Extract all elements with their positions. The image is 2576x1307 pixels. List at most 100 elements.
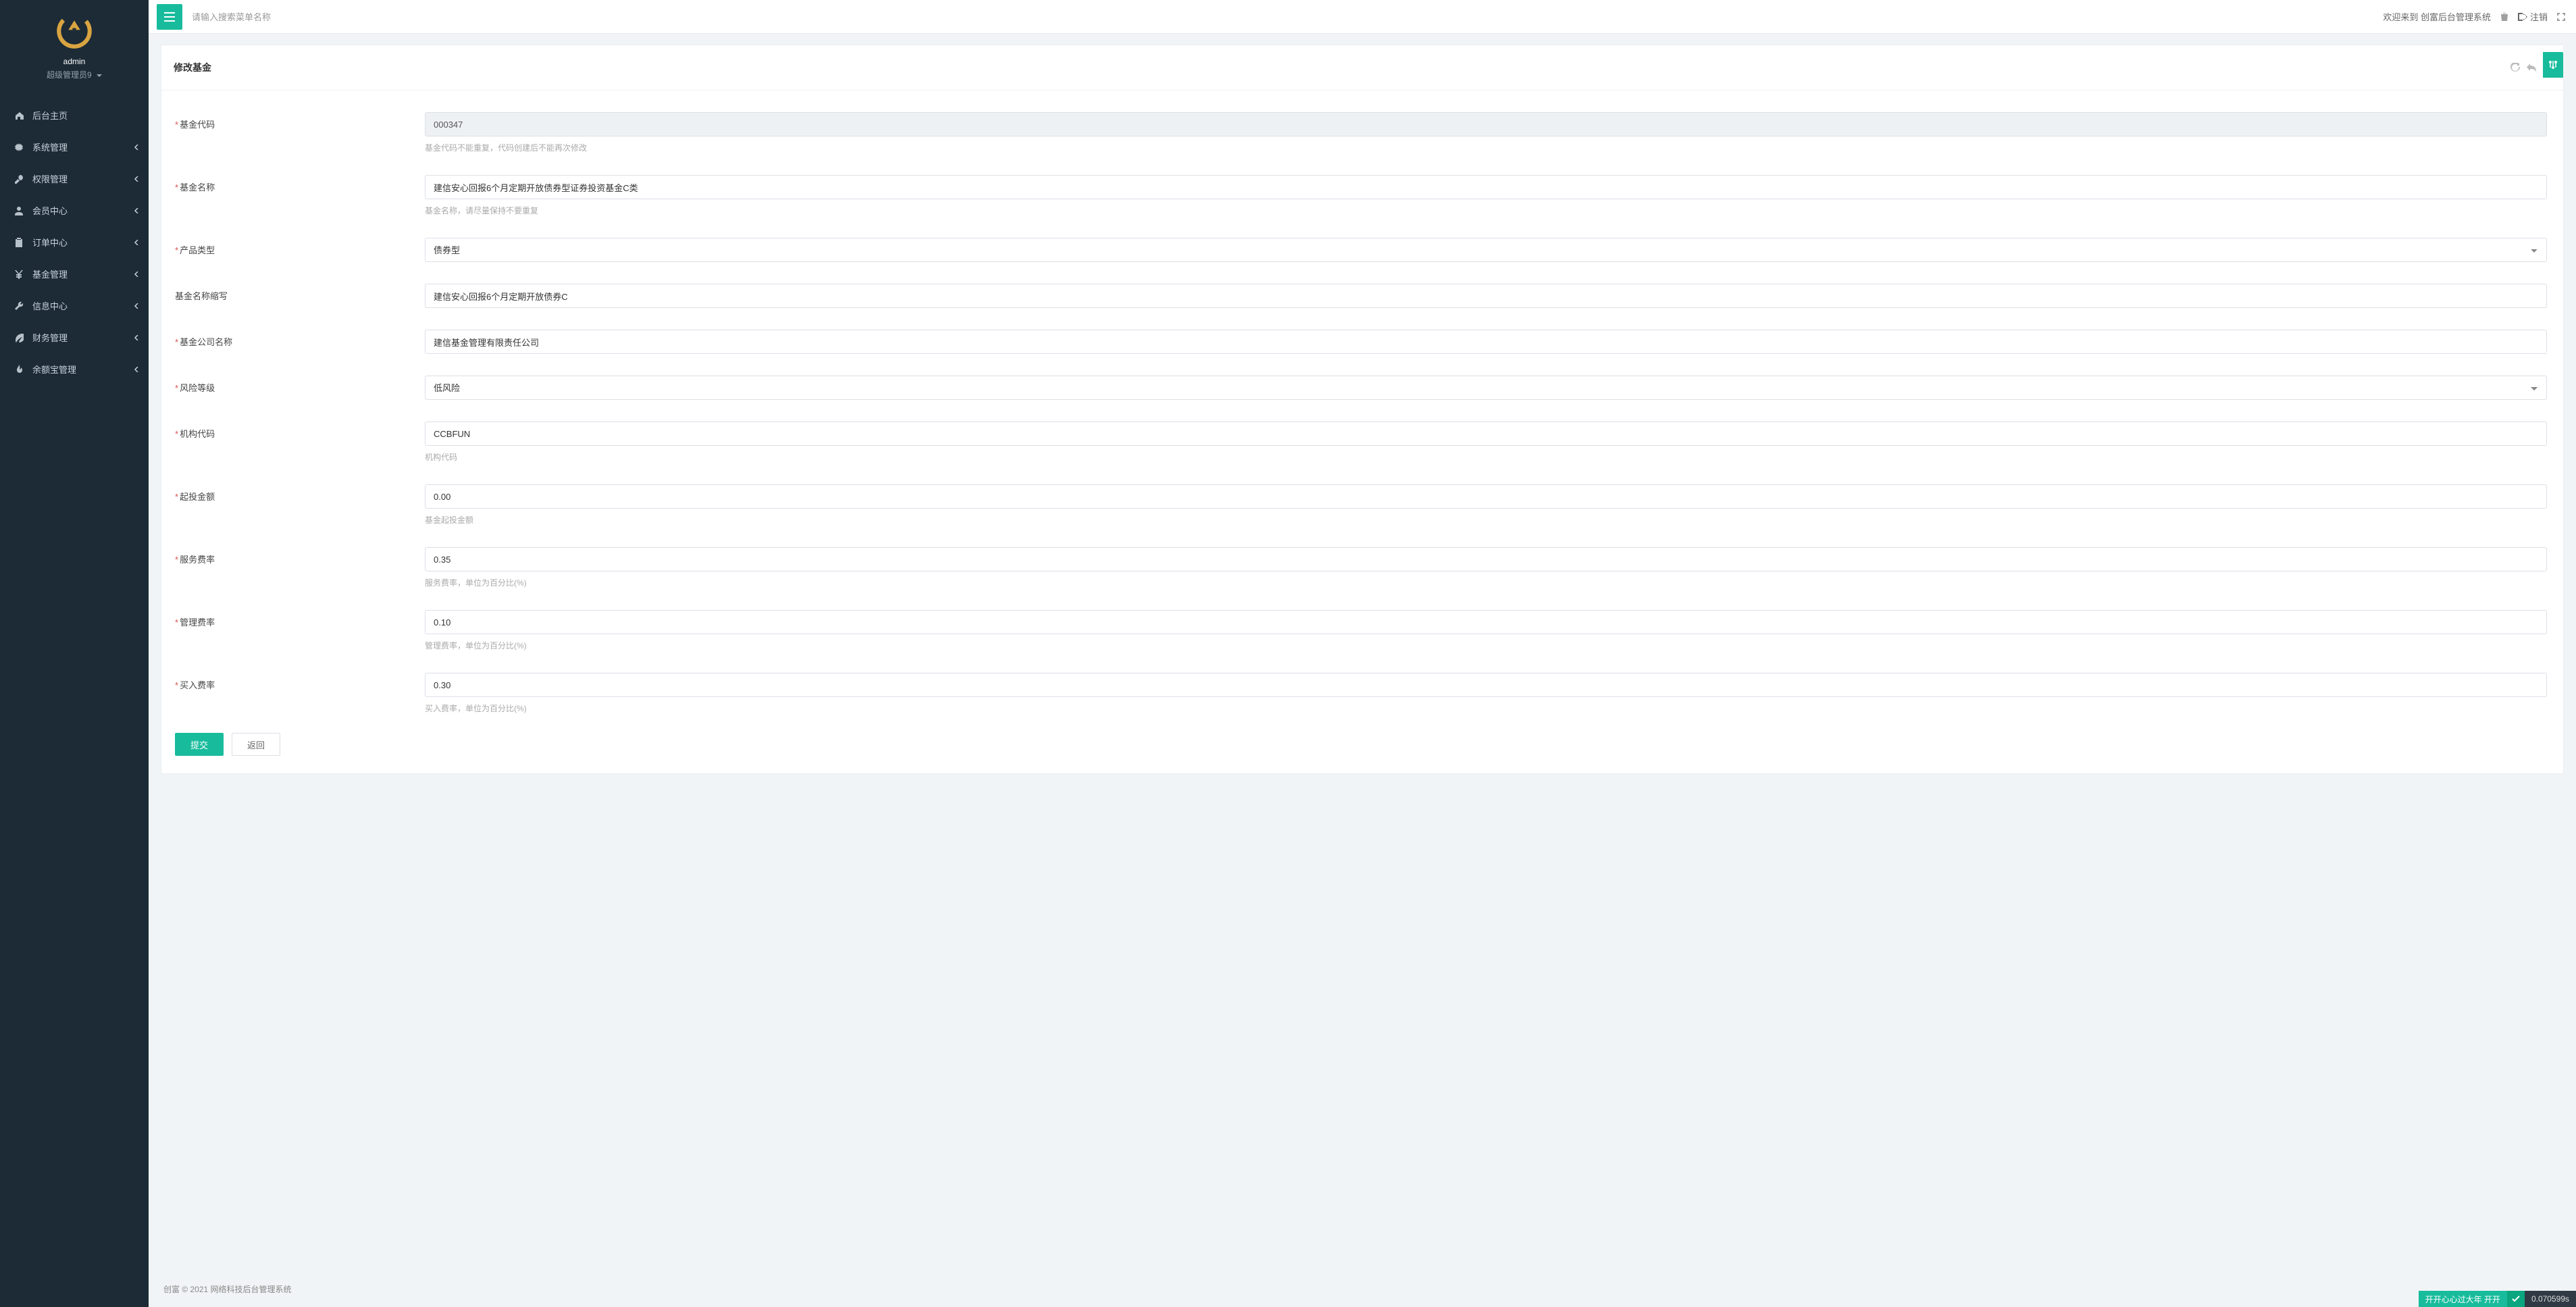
form-actions: 提交 返回: [175, 729, 2550, 756]
sidebar-link-2[interactable]: 权限管理: [0, 163, 149, 195]
panel-tools: [2510, 55, 2551, 80]
row-company: *基金公司名称: [175, 323, 2550, 369]
sidebar-item: 系统管理: [0, 131, 149, 163]
clipboard-icon: [12, 238, 26, 247]
sliders-icon: [2548, 59, 2558, 70]
fire-icon: [12, 365, 26, 374]
label-product-type: *产品类型: [175, 238, 425, 256]
wrench-icon: [12, 301, 26, 311]
status-bar: 开开心心过大年 开开 0.070599s: [2419, 1291, 2576, 1307]
sidebar-item: 基金管理: [0, 258, 149, 290]
label-fund-code: *基金代码: [175, 112, 425, 130]
sidebar-item-label: 余额宝管理: [32, 363, 76, 376]
key-icon: [12, 174, 26, 184]
refresh-button[interactable]: [2510, 63, 2520, 72]
row-fund-code: *基金代码 基金代码不能重复，代码创建后不能再次修改: [175, 105, 2550, 168]
manage-fee-input[interactable]: [425, 610, 2547, 634]
row-fund-name: *基金名称 基金名称，请尽量保持不要重复: [175, 168, 2550, 231]
sidebar-item-label: 财务管理: [32, 331, 68, 344]
leaf-icon: [12, 333, 26, 342]
label-short-name: 基金名称缩写: [175, 284, 425, 302]
sidebar-item: 会员中心: [0, 195, 149, 226]
sidebar-link-3[interactable]: 会员中心: [0, 195, 149, 226]
risk-select[interactable]: 低风险: [425, 376, 2547, 400]
tools-expand-button[interactable]: [2543, 52, 2563, 78]
reply-icon: [2527, 63, 2536, 72]
product-type-select[interactable]: 债券型: [425, 238, 2547, 262]
sidebar-item: 财务管理: [0, 322, 149, 353]
panel-title: 修改基金: [174, 61, 211, 74]
sidebar-item-label: 会员中心: [32, 204, 68, 217]
yen-icon: [12, 270, 26, 279]
help-fund-code: 基金代码不能重复，代码创建后不能再次修改: [425, 142, 2547, 153]
help-buy-fee: 买入费率，单位为百分比(%): [425, 702, 2547, 714]
label-fund-name: *基金名称: [175, 175, 425, 193]
sidebar-item-label: 系统管理: [32, 140, 68, 153]
panel-body: *基金代码 基金代码不能重复，代码创建后不能再次修改 *基金名称 基金名称，请尽…: [161, 91, 2563, 773]
sign-out-icon: [2518, 13, 2527, 21]
back-button[interactable]: 返回: [232, 733, 280, 756]
service-fee-input[interactable]: [425, 547, 2547, 571]
sidebar-header: admin 超级管理员9: [0, 0, 149, 87]
back-tool-button[interactable]: [2527, 63, 2536, 72]
form-panel: 修改基金 *基金代码: [161, 45, 2564, 774]
row-service-fee: *服务费率 服务费率，单位为百分比(%): [175, 540, 2550, 603]
row-product-type: *产品类型 债券型: [175, 231, 2550, 277]
start-amount-input[interactable]: [425, 484, 2547, 509]
welcome-text: 欢迎来到 创富后台管理系统: [2383, 10, 2491, 23]
expand-icon: [2557, 13, 2565, 21]
main: 请输入搜索菜单名称 欢迎来到 创富后台管理系统 注销 修改基金: [149, 0, 2576, 1307]
org-code-input[interactable]: [425, 421, 2547, 446]
sidebar-link-0[interactable]: 后台主页: [0, 99, 149, 131]
label-service-fee: *服务费率: [175, 547, 425, 565]
sidebar-item-label: 后台主页: [32, 109, 68, 122]
sidebar-link-4[interactable]: 订单中心: [0, 226, 149, 258]
sidebar-item: 后台主页: [0, 99, 149, 131]
short-name-input[interactable]: [425, 284, 2547, 308]
sidebar-link-5[interactable]: 基金管理: [0, 258, 149, 290]
menu-search-input[interactable]: 请输入搜索菜单名称: [192, 10, 271, 23]
sidebar-link-7[interactable]: 财务管理: [0, 322, 149, 353]
help-manage-fee: 管理费率，单位为百分比(%): [425, 640, 2547, 651]
cogs-icon: [12, 143, 26, 152]
sidebar-item: 信息中心: [0, 290, 149, 322]
fullscreen-button[interactable]: [2557, 13, 2565, 21]
sidebar-item: 余额宝管理: [0, 353, 149, 385]
row-manage-fee: *管理费率 管理费率，单位为百分比(%): [175, 603, 2550, 666]
logout-label: 注销: [2530, 10, 2548, 23]
topbar-left: 请输入搜索菜单名称: [149, 4, 271, 30]
user-name: admin: [14, 57, 135, 66]
row-risk: *风险等级 低风险: [175, 369, 2550, 415]
home-icon: [12, 111, 26, 120]
chevron-left-icon: [134, 367, 139, 372]
fund-name-input[interactable]: [425, 175, 2547, 199]
sidebar-link-6[interactable]: 信息中心: [0, 290, 149, 322]
sidebar-item: 权限管理: [0, 163, 149, 195]
sidebar-link-1[interactable]: 系统管理: [0, 131, 149, 163]
topbar-right: 欢迎来到 创富后台管理系统 注销: [2383, 10, 2565, 23]
company-input[interactable]: [425, 330, 2547, 354]
logout-button[interactable]: 注销: [2518, 10, 2548, 23]
user-role-label: 超级管理员9: [47, 70, 92, 80]
user-role-dropdown[interactable]: 超级管理员9: [14, 69, 135, 80]
sidebar-item-label: 权限管理: [32, 172, 68, 185]
fund-code-input: [425, 112, 2547, 136]
row-org-code: *机构代码 机构代码: [175, 415, 2550, 478]
status-check[interactable]: [2507, 1291, 2525, 1307]
help-start-amount: 基金起投金额: [425, 514, 2547, 526]
trash-button[interactable]: [2500, 12, 2508, 22]
chevron-left-icon: [134, 335, 139, 340]
help-fund-name: 基金名称，请尽量保持不要重复: [425, 205, 2547, 216]
panel-header: 修改基金: [161, 45, 2563, 91]
menu-toggle-button[interactable]: [157, 4, 182, 30]
refresh-icon: [2510, 63, 2520, 72]
status-timing: 0.070599s: [2525, 1291, 2576, 1307]
chevron-left-icon: [134, 176, 139, 182]
label-manage-fee: *管理费率: [175, 610, 425, 628]
logo: [14, 12, 135, 50]
sidebar-link-8[interactable]: 余额宝管理: [0, 353, 149, 385]
buy-fee-input[interactable]: [425, 673, 2547, 697]
submit-button[interactable]: 提交: [175, 733, 224, 756]
chevron-left-icon: [134, 240, 139, 245]
label-org-code: *机构代码: [175, 421, 425, 440]
